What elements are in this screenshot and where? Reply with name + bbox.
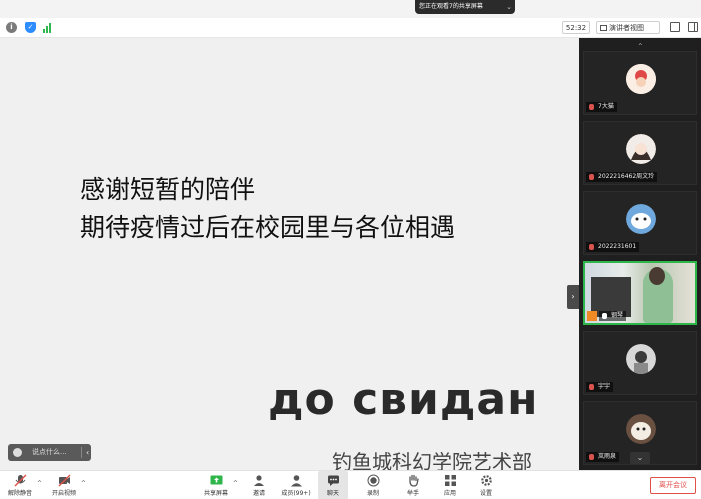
fullscreen-icon[interactable]	[670, 22, 680, 32]
share-screen-button[interactable]: 共享屏幕 ^	[202, 471, 238, 499]
mic-on-icon	[602, 313, 607, 319]
banner-text: 您正在观看7的共享屏幕	[419, 3, 483, 10]
chevron-left-icon[interactable]: ‹	[86, 444, 89, 461]
share-screen-label: 共享屏幕	[203, 490, 228, 497]
participant-tile[interactable]: 7大猫	[583, 51, 697, 115]
participant-tile[interactable]: 2022231601	[583, 191, 697, 255]
apps-button[interactable]: 应用	[439, 471, 461, 499]
participant-name: 2022231601	[586, 242, 640, 252]
gear-icon	[480, 475, 492, 486]
invite-button[interactable]: 邀请	[248, 471, 270, 499]
user-icon	[587, 311, 597, 321]
side-panel-icon[interactable]	[688, 22, 698, 32]
participant-tile-active-speaker[interactable]: 钢琴	[583, 261, 697, 325]
share-screen-icon	[210, 475, 222, 485]
apps-label: 应用	[443, 490, 456, 497]
slide-farewell: до свидан	[268, 374, 539, 425]
avatar	[626, 344, 656, 374]
mic-muted-icon	[589, 454, 594, 460]
mic-muted-icon	[589, 104, 594, 110]
participants-label: 成员(99+)	[281, 490, 311, 497]
mic-muted-icon	[589, 244, 594, 250]
start-video-button[interactable]: 开启视频 ^	[50, 471, 86, 499]
avatar	[626, 64, 656, 94]
viewing-share-banner[interactable]: 您正在观看7的共享屏幕 ⌄	[415, 0, 515, 14]
settings-button[interactable]: 设置	[475, 471, 497, 499]
meeting-timer: 52:32	[562, 21, 590, 34]
shield-icon[interactable]: ✓	[25, 22, 36, 33]
meeting-window: 您正在观看7的共享屏幕 ⌄ i ✓ 52:32 演讲者视图 感谢短暂的陪伴 期待…	[0, 0, 701, 499]
camera-off-icon	[58, 474, 70, 487]
start-video-label: 开启视频	[51, 490, 76, 497]
unmute-button[interactable]: 解除静音 ^	[6, 471, 42, 499]
participants-icon	[290, 475, 302, 487]
chat-label: 聊天	[326, 490, 339, 497]
meeting-controls: 解除静音 ^ 开启视频 ^ 共享屏幕 ^ 邀请 成员(99+) 聊天 录制 举手…	[0, 470, 701, 499]
participant-tile[interactable]: 2022216462周文玲	[583, 121, 697, 185]
chevron-up-icon[interactable]: ^	[81, 480, 86, 487]
participant-gallery: ⌃ 7大猫 2022216462周文玲 2022231601 钢琴 宇宇 岚雨泉…	[579, 38, 701, 470]
mic-muted-icon	[14, 474, 26, 487]
unmute-label: 解除静音	[7, 490, 32, 497]
chevron-up-icon[interactable]: ⌃	[637, 42, 644, 51]
record-button[interactable]: 录制	[362, 471, 384, 499]
raise-hand-button[interactable]: 举手	[402, 471, 424, 499]
end-meeting-button[interactable]: 离开会议	[650, 477, 696, 494]
participant-name: 钢琴	[599, 311, 627, 321]
apps-grid-icon	[444, 475, 456, 486]
view-mode-button[interactable]: 演讲者视图	[596, 21, 660, 34]
participant-name: 宇宇	[586, 382, 614, 392]
signal-icon[interactable]	[43, 22, 54, 33]
participant-tile[interactable]: 宇宇	[583, 331, 697, 395]
grid-icon	[600, 25, 607, 31]
slide-line-thanks: 感谢短暂的陪伴	[80, 175, 256, 204]
shared-screen: 感谢短暂的陪伴 期待疫情过后在校园里与各位相遇 до свидан 钓鱼城科幻学…	[0, 38, 579, 470]
raise-hand-label: 举手	[406, 490, 419, 497]
collapse-gallery-button[interactable]: ›	[567, 285, 579, 309]
avatar	[626, 204, 656, 234]
record-icon	[367, 474, 379, 487]
top-toolbar: i ✓ 52:32 演讲者视图	[0, 18, 701, 38]
record-label: 录制	[366, 490, 379, 497]
avatar	[626, 414, 656, 444]
avatar	[626, 134, 656, 164]
chevron-down-icon[interactable]: ⌄	[630, 452, 650, 464]
quick-chat-input[interactable]: 说点什么... ‹	[8, 444, 91, 461]
info-icon[interactable]: i	[6, 22, 17, 33]
participants-button[interactable]: 成员(99+)	[280, 471, 312, 499]
mic-muted-icon	[589, 174, 594, 180]
slide-department: 钓鱼城科幻学院艺术部	[332, 450, 532, 470]
participant-name: 2022216462周文玲	[586, 172, 658, 182]
mic-muted-icon	[589, 384, 594, 390]
chat-icon	[327, 475, 339, 486]
chevron-up-icon[interactable]: ^	[37, 480, 42, 487]
participant-name: 7大猫	[586, 102, 617, 112]
hand-icon	[408, 474, 419, 487]
chat-button[interactable]: 聊天	[318, 471, 348, 499]
quick-chat-placeholder: 说点什么...	[32, 448, 67, 456]
banner-collapse-icon[interactable]: ⌄	[506, 0, 512, 14]
participant-name: 岚雨泉	[586, 452, 620, 462]
invite-label: 邀请	[252, 490, 265, 497]
invite-user-icon	[253, 475, 264, 486]
view-mode-label: 演讲者视图	[609, 24, 644, 32]
slide-line-hope: 期待疫情过后在校园里与各位相遇	[80, 213, 456, 242]
settings-label: 设置	[479, 490, 492, 497]
chevron-up-icon[interactable]: ^	[233, 480, 238, 487]
emoji-icon[interactable]	[13, 448, 22, 457]
